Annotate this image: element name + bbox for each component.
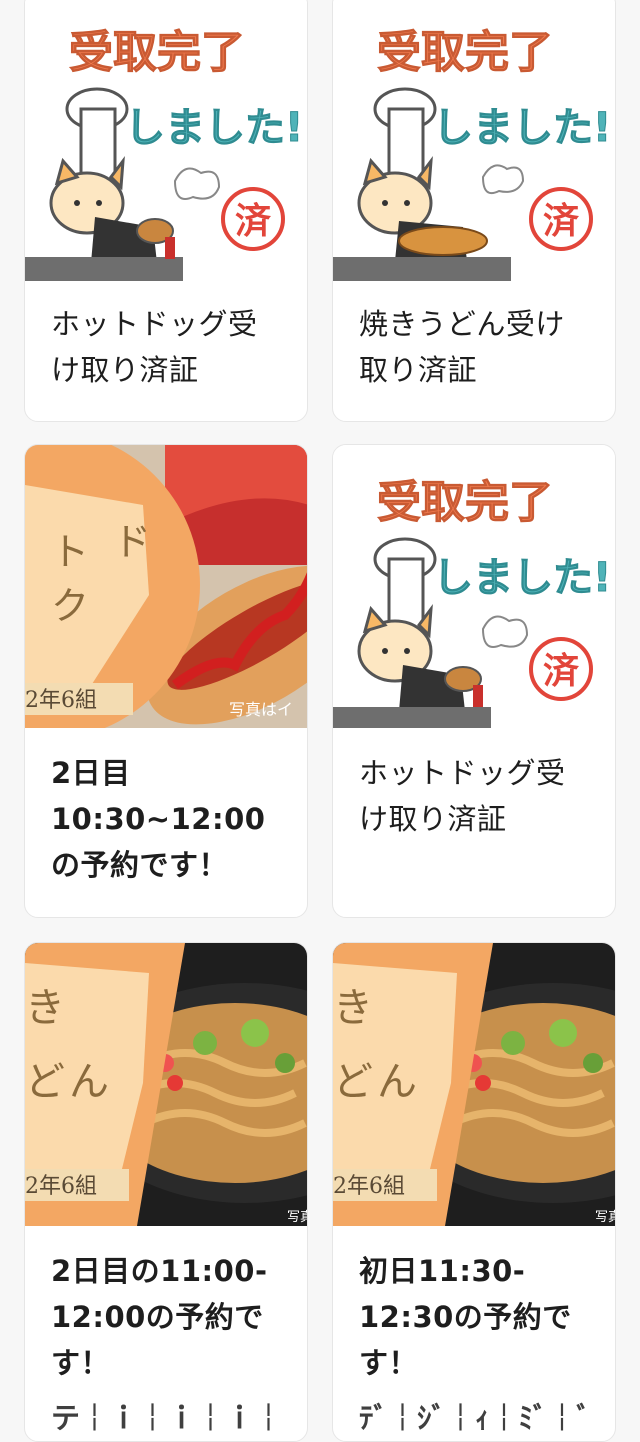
photo-note: 写真はイ xyxy=(229,700,293,719)
photo-text-b: ど xyxy=(25,1059,65,1105)
stamp-line2: しました! xyxy=(125,105,303,151)
class-label: 2年6組 xyxy=(25,688,97,713)
cut-off-text: テ￤ｉ￤ｉ￤ｉ￤ｉ￤ﾀﾞｨｽﾞ￤ｼﾞ￤ｨ xyxy=(51,1401,284,1435)
stamp-line1: 受取完了 xyxy=(377,477,553,528)
photo-text-c: ク xyxy=(51,584,89,628)
photo-note: 写真 xyxy=(287,1210,307,1225)
cut-off-text: ﾃﾞ￤ｼﾞ￤ｨ￤ﾐﾞ￤ﾞ xyxy=(359,1401,592,1435)
photo-text-a: き xyxy=(25,985,65,1031)
card-hotdog-reservation[interactable]: ド ト ク 2年6組 写真はイ 2日目10:30~12:00の予約です！ xyxy=(24,444,308,918)
card-caption: 焼きうどん受け取り済証 xyxy=(359,307,565,387)
hotdog-photo: ド ト ク 2年6組 写真はイ xyxy=(25,445,307,728)
stamp-line2: しました! xyxy=(433,555,611,601)
seal-text: 済 xyxy=(235,201,271,242)
card-caption: ホットドッグ受け取り済証 xyxy=(51,307,258,387)
card-hotdog-receipt[interactable]: 受取完了 しました! 済 ホットドッグ受け取り済証 xyxy=(24,0,308,422)
receipt-illustration: 受取完了 しました! 済 xyxy=(333,445,615,728)
udon-photo: き ど ん 2年6組 写真 xyxy=(333,943,615,1226)
card-udon-reservation-day1[interactable]: き ど ん 2年6組 写真 初日11:30-12:30の予約です！ ﾃﾞ￤ｼﾞ￤… xyxy=(332,942,616,1442)
photo-note: 写真 xyxy=(595,1210,615,1225)
photo-text-b: ド xyxy=(113,520,151,564)
stamp-line1: 受取完了 xyxy=(69,27,245,78)
photo-text-b: ど xyxy=(333,1059,373,1105)
card-caption: ホットドッグ受け取り済証 xyxy=(359,756,566,836)
card-udon-reservation-day2[interactable]: き ど ん 2年6組 写真 2日目の11:00-12:00の予約です！ テ￤ｉ￤… xyxy=(24,942,308,1442)
receipt-illustration: 受取完了 しました! 済 xyxy=(333,0,615,281)
seal-text: 済 xyxy=(543,201,579,242)
photo-text-a: ト xyxy=(51,530,89,574)
receipt-illustration: 受取完了 しました! 済 xyxy=(25,0,307,281)
stamp-line2: しました! xyxy=(433,105,611,151)
card-hotdog-receipt-2[interactable]: 受取完了 しました! 済 ホットドッグ受け取り済証 xyxy=(332,444,616,918)
seal-text: 済 xyxy=(543,651,579,692)
card-udon-receipt[interactable]: 受取完了 しました! 済 焼きうどん受け取り済証 xyxy=(332,0,616,422)
stamp-line1: 受取完了 xyxy=(377,27,553,78)
class-label: 2年6組 xyxy=(25,1174,97,1199)
card-caption: 初日11:30-12:30の予約です！ xyxy=(359,1254,572,1380)
photo-text-c: ん xyxy=(377,1059,417,1105)
photo-text-c: ん xyxy=(69,1059,109,1105)
photo-text-a: き xyxy=(333,985,373,1031)
card-caption: 2日目10:30~12:00の予約です！ xyxy=(51,756,266,882)
card-caption: 2日目の11:00-12:00の予約です！ xyxy=(51,1254,268,1380)
class-label: 2年6組 xyxy=(333,1174,405,1199)
udon-photo: き ど ん 2年6組 写真 xyxy=(25,943,307,1226)
